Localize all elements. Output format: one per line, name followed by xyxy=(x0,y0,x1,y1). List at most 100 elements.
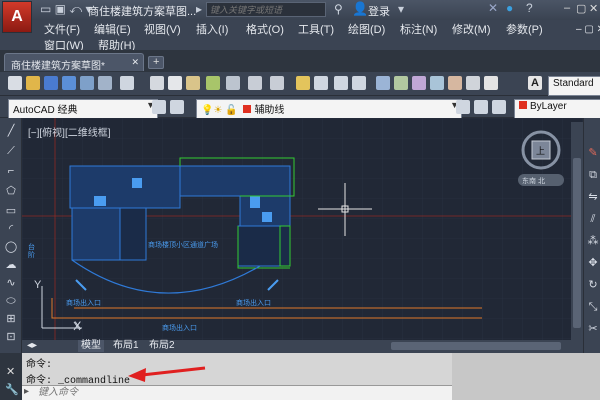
menu-parameter[interactable]: 参数(P) xyxy=(506,21,543,37)
revision-cloud-icon[interactable]: ☁ xyxy=(3,258,19,272)
vertical-scroll-thumb[interactable] xyxy=(573,158,581,328)
window-controls[interactable]: – ▢ ✕ xyxy=(562,0,600,20)
menu-bar-controls[interactable]: – ▢ ✕ xyxy=(576,24,600,35)
color-dropdown[interactable]: ByLayer xyxy=(514,99,600,119)
layer-dropdown[interactable]: 💡☀ 🔓 辅助线 ▼ xyxy=(196,99,462,119)
close-icon[interactable]: ✕ xyxy=(6,365,15,378)
make-block-icon[interactable]: ⊡ xyxy=(3,330,19,344)
pan-icon[interactable] xyxy=(296,76,310,90)
polyline-icon[interactable]: ⌐ xyxy=(3,164,19,178)
line-icon[interactable]: ╱ xyxy=(3,124,19,138)
block-editor-icon[interactable] xyxy=(226,76,240,90)
text-style-dropdown[interactable]: Standard xyxy=(548,76,600,96)
undo-icon[interactable] xyxy=(248,76,262,90)
plot-icon[interactable] xyxy=(62,76,76,90)
close-icon[interactable]: ✕ xyxy=(589,2,598,15)
help-toolbar-icon[interactable] xyxy=(484,76,498,90)
horizontal-scroll-thumb[interactable] xyxy=(391,342,561,350)
layers-toolbar: AutoCAD 经典 ▼ 💡☀ 🔓 辅助线 ▼ ByLayer xyxy=(0,96,600,119)
new-tab-button[interactable]: + xyxy=(148,56,164,69)
scale-icon[interactable]: ⤡ xyxy=(585,300,600,314)
zoom-previous-icon[interactable] xyxy=(352,76,366,90)
horizontal-scrollbar[interactable] xyxy=(385,340,583,352)
login-button[interactable]: 登录 xyxy=(368,3,390,19)
save-icon[interactable] xyxy=(44,76,58,90)
arc-icon[interactable]: ◜ xyxy=(3,222,19,236)
a360-icon[interactable]: ● xyxy=(506,1,513,15)
copy-icon[interactable] xyxy=(168,76,182,90)
menu-tools[interactable]: 工具(T) xyxy=(298,21,334,37)
workspace-dropdown[interactable]: AutoCAD 经典 ▼ xyxy=(8,99,158,119)
move-icon[interactable]: ✥ xyxy=(585,256,600,270)
command-input[interactable] xyxy=(36,386,336,399)
sheet-set-icon[interactable] xyxy=(430,76,444,90)
3d-print-icon[interactable] xyxy=(120,76,134,90)
polygon-icon[interactable]: ⬠ xyxy=(3,184,19,198)
menu-view[interactable]: 视图(V) xyxy=(144,21,181,37)
tool-palettes-icon[interactable] xyxy=(412,76,426,90)
trim-icon[interactable]: ✂ xyxy=(585,322,600,336)
exchange-icon[interactable]: ✕ xyxy=(488,1,498,15)
binoculars-icon[interactable]: ⚲ xyxy=(334,2,343,16)
spline-icon[interactable]: ∿ xyxy=(3,276,19,290)
construction-line-icon[interactable]: ⟋ xyxy=(3,144,19,158)
search-input[interactable] xyxy=(207,3,321,16)
view-cube-face-label[interactable]: 上 xyxy=(536,144,545,157)
markup-icon[interactable] xyxy=(448,76,462,90)
search-box[interactable] xyxy=(206,2,326,17)
tab-layout2[interactable]: 布局2 xyxy=(146,340,178,352)
drawing-canvas[interactable] xyxy=(22,118,583,340)
erase-icon[interactable]: ✎ xyxy=(585,146,600,160)
plot-preview-icon[interactable] xyxy=(80,76,94,90)
design-center-icon[interactable] xyxy=(394,76,408,90)
wrench-icon[interactable]: 🔧 xyxy=(5,383,19,396)
quickcalc-icon[interactable] xyxy=(466,76,480,90)
circle-icon[interactable]: ◯ xyxy=(3,240,19,254)
insert-block-icon[interactable]: ⊞ xyxy=(3,312,19,326)
layer-previous-icon[interactable] xyxy=(474,100,488,114)
user-icon[interactable]: 👤 xyxy=(352,1,368,17)
help-icon[interactable]: ? xyxy=(526,1,533,15)
copy-object-icon[interactable]: ⧉ xyxy=(585,168,600,182)
menu-dimension[interactable]: 标注(N) xyxy=(400,21,437,37)
publish-icon[interactable] xyxy=(98,76,112,90)
open-icon[interactable] xyxy=(26,76,40,90)
workspace-settings-icon[interactable] xyxy=(152,100,166,114)
offset-icon[interactable]: ⫽ xyxy=(585,212,600,226)
menu-insert[interactable]: 插入(I) xyxy=(196,21,228,37)
array-icon[interactable]: ⁂ xyxy=(585,234,600,248)
file-tab[interactable]: 商住楼建筑方案草图* ✕ xyxy=(4,53,144,72)
menu-edit[interactable]: 编辑(E) xyxy=(94,21,131,37)
vertical-scrollbar[interactable] xyxy=(571,122,583,340)
match-properties-icon[interactable] xyxy=(206,76,220,90)
tab-layout1[interactable]: 布局1 xyxy=(110,340,142,352)
application-menu-button[interactable]: A xyxy=(2,1,32,33)
file-tab-close-icon[interactable]: ✕ xyxy=(131,57,139,68)
viewport-controls[interactable]: [−][俯视][二维线框] xyxy=(28,124,111,139)
minimize-icon[interactable]: – xyxy=(564,2,570,14)
menu-format[interactable]: 格式(O) xyxy=(246,21,284,37)
menu-modify[interactable]: 修改(M) xyxy=(452,21,491,37)
maximize-icon[interactable]: ▢ xyxy=(576,2,586,15)
zoom-window-icon[interactable] xyxy=(334,76,348,90)
rectangle-icon[interactable]: ▭ xyxy=(3,204,19,218)
cut-icon[interactable] xyxy=(150,76,164,90)
layer-state-icon[interactable] xyxy=(492,100,506,114)
ellipse-icon[interactable]: ⬭ xyxy=(3,294,19,308)
redo-icon[interactable] xyxy=(270,76,284,90)
mirror-icon[interactable]: ⇋ xyxy=(585,190,600,204)
quick-access-toolbar[interactable]: ▭ ▣ ⤺ ▾ xyxy=(40,2,92,17)
zoom-realtime-icon[interactable] xyxy=(314,76,328,90)
menu-draw[interactable]: 绘图(D) xyxy=(348,21,385,37)
properties-icon[interactable] xyxy=(376,76,390,90)
make-current-layer-icon[interactable] xyxy=(456,100,470,114)
login-dropdown-icon[interactable]: ▾ xyxy=(398,2,404,16)
layer-properties-icon[interactable] xyxy=(170,100,184,114)
rotate-icon[interactable]: ↻ xyxy=(585,278,600,292)
tab-model[interactable]: 模型 xyxy=(78,340,104,352)
paste-icon[interactable] xyxy=(186,76,200,90)
tab-nav-icon[interactable]: ◂▸ xyxy=(24,340,40,352)
menu-file[interactable]: 文件(F) xyxy=(44,21,80,37)
new-icon[interactable] xyxy=(8,76,22,90)
wcs-label[interactable]: 东南 北 xyxy=(522,176,545,186)
